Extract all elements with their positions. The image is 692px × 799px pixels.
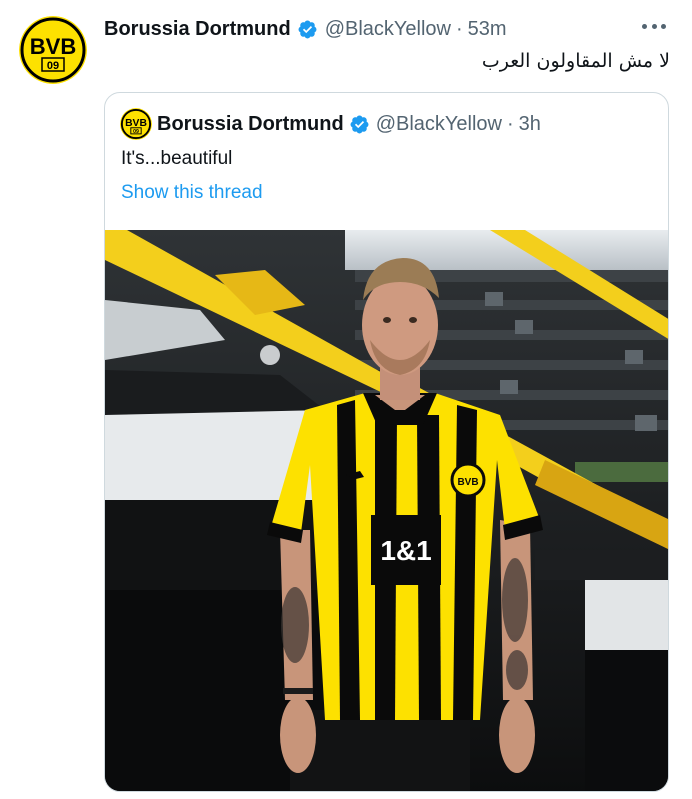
svg-text:09: 09	[47, 60, 59, 72]
player-photo[interactable]: 1&1 BVB	[105, 230, 669, 792]
svg-text:BVB: BVB	[125, 118, 147, 129]
separator-dot: ·	[506, 112, 514, 135]
separator-dot: ·	[455, 17, 463, 40]
verified-badge-icon	[298, 20, 317, 38]
quoted-tweet-text: It's...beautiful	[121, 148, 233, 169]
quoted-tweet-time: 3h	[518, 112, 541, 135]
quoted-author-handle: @BlackYellow	[375, 112, 502, 135]
verified-badge-icon	[350, 115, 369, 133]
tweet-text: لا مش المقاولون العرب	[481, 50, 670, 72]
jersey-sponsor-text: 1&1	[380, 535, 431, 566]
quoted-tweet-card[interactable]: BVB 09 Borussia Dortmund @BlackYellow · …	[104, 92, 669, 792]
author-handle[interactable]: @BlackYellow	[325, 18, 451, 41]
quoted-author-name: Borussia Dortmund	[157, 112, 344, 135]
more-options-icon[interactable]	[642, 22, 666, 30]
tweet-time[interactable]: 53m	[468, 18, 507, 41]
svg-text:BVB: BVB	[457, 477, 478, 488]
svg-text:BVB: BVB	[30, 34, 76, 59]
bvb-logo-avatar-small: BVB 09	[120, 108, 152, 140]
bvb-logo-avatar[interactable]: BVB 09	[19, 16, 87, 84]
tweet-header: Borussia Dortmund @BlackYellow · 53m	[104, 14, 672, 44]
svg-text:09: 09	[133, 129, 139, 135]
quoted-tweet-header: BVB 09 Borussia Dortmund @BlackYellow · …	[120, 108, 541, 140]
show-thread-link[interactable]: Show this thread	[121, 182, 263, 204]
author-name[interactable]: Borussia Dortmund	[104, 18, 291, 41]
